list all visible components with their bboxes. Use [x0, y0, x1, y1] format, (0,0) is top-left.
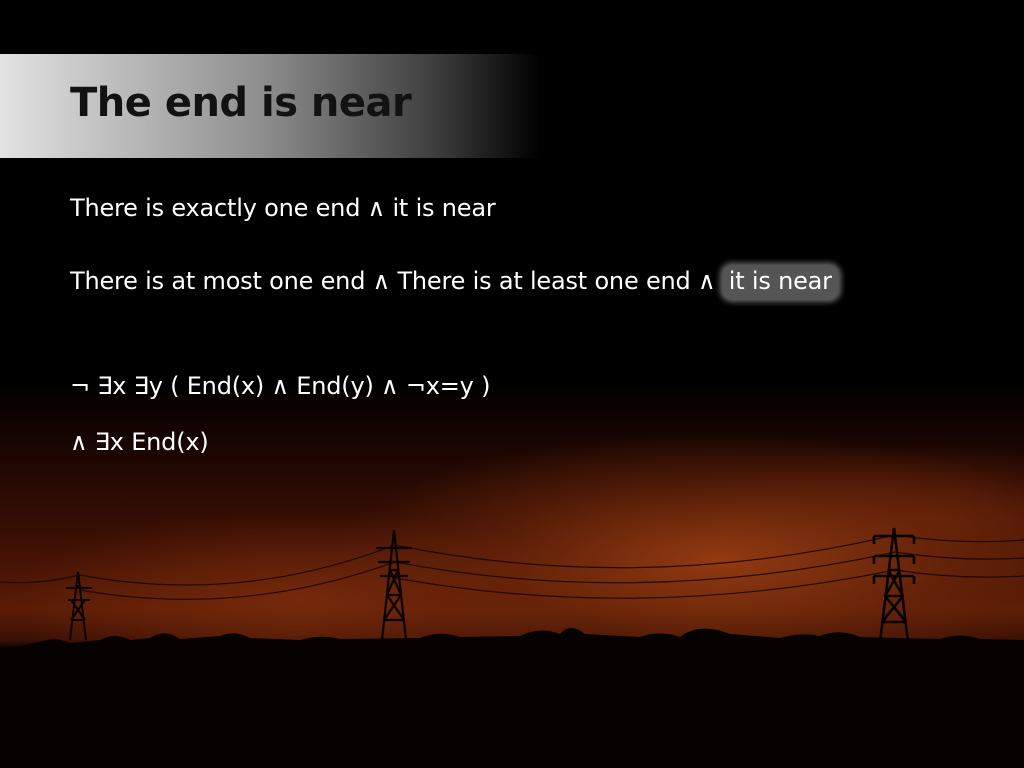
- power-pylon-icon: [376, 529, 412, 641]
- power-pylon-icon: [872, 527, 916, 643]
- statement-at-most-at-least-one-end: There is at most one end ∧ There is at l…: [70, 266, 838, 299]
- formula-existence: ∧ ∃x End(x): [70, 428, 209, 456]
- power-pylon-icon: [66, 571, 92, 641]
- tree-line-icon: [0, 628, 1024, 768]
- statement-main-text: There is at most one end ∧ There is at l…: [70, 267, 723, 295]
- slide-title: The end is near: [70, 80, 412, 126]
- statement-exactly-one-end: There is exactly one end ∧ it is near: [70, 194, 496, 222]
- highlighted-phrase: it is near: [722, 266, 838, 299]
- formula-uniqueness: ¬ ∃x ∃y ( End(x) ∧ End(y) ∧ ¬x=y ): [70, 372, 491, 400]
- pylon-skyline-silhouette: [0, 527, 1024, 768]
